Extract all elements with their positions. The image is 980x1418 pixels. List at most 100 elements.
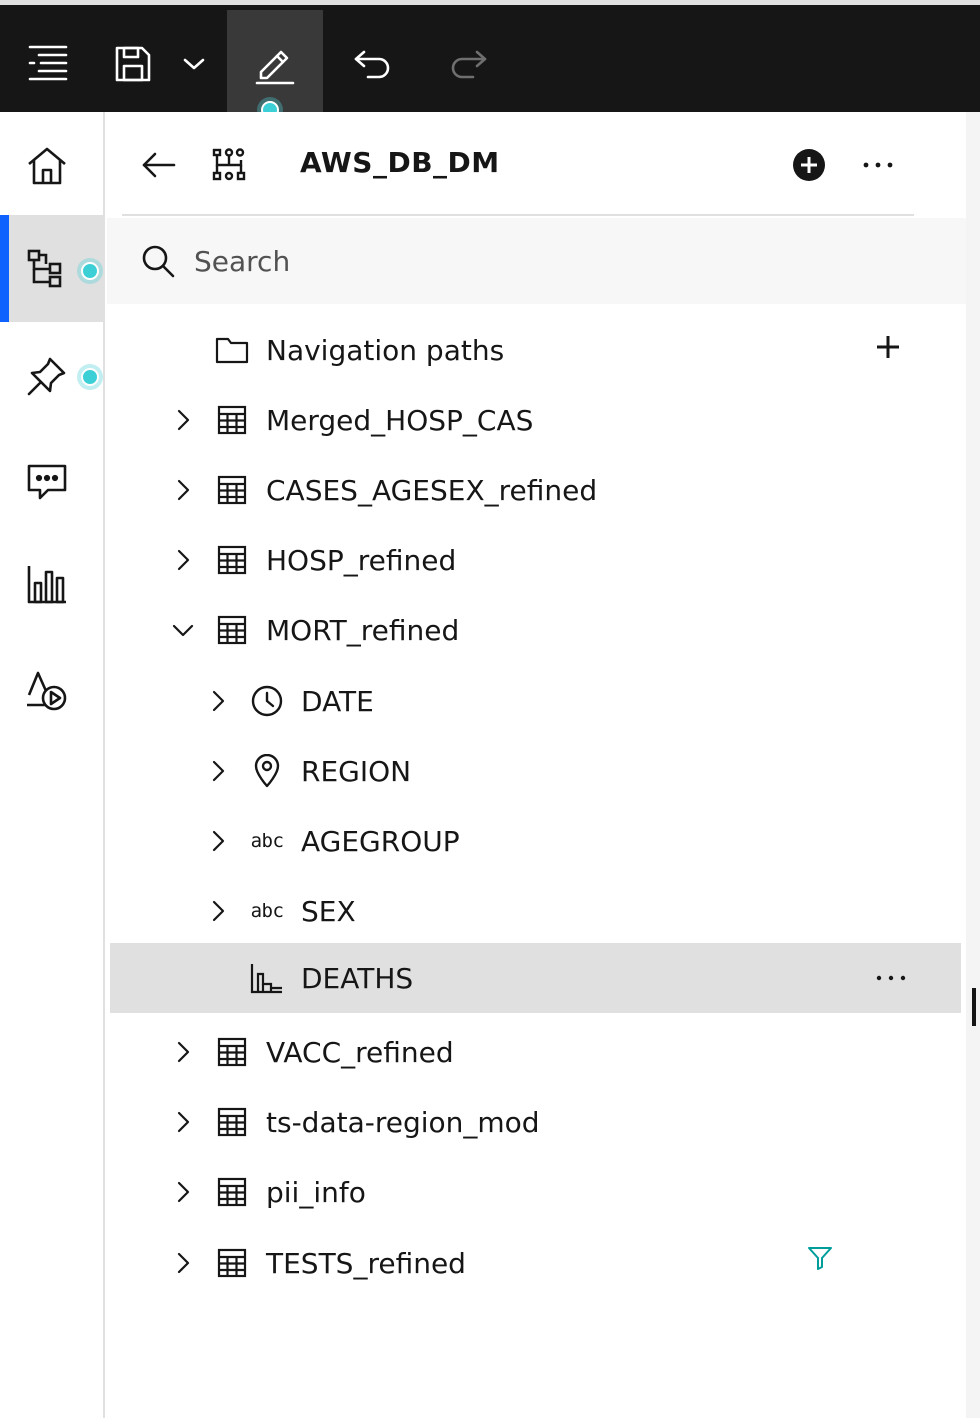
save-options-dropdown[interactable] (168, 10, 220, 117)
home-icon (27, 147, 66, 184)
tree-row[interactable]: Merged_HOSP_CAS (110, 385, 961, 455)
tree-row-label: TESTS_refined (266, 1246, 466, 1280)
save-icon (115, 46, 151, 81)
text-type-icon: abc (250, 894, 284, 928)
chevron-right-icon[interactable] (171, 1040, 195, 1064)
tree-row[interactable]: DATE (110, 666, 961, 736)
redo-button[interactable] (421, 10, 517, 117)
tree-row-label: AGEGROUP (301, 824, 460, 858)
chevron-right-icon[interactable] (206, 899, 230, 923)
tree-row[interactable]: TESTS_refined (110, 1228, 961, 1298)
data-module-icon-button[interactable] (206, 142, 252, 188)
chevron-down-icon[interactable] (171, 618, 195, 642)
arrow-left-icon (142, 152, 176, 178)
bar-chart-icon (27, 565, 66, 603)
panel-resize-handle[interactable] (972, 988, 976, 1026)
plus-icon (877, 336, 899, 358)
panel-overflow-menu-button[interactable] (855, 142, 901, 188)
table-icon (215, 543, 249, 577)
undo-button[interactable] (324, 10, 420, 117)
chevron-right-icon[interactable] (171, 1180, 195, 1204)
redo-icon (451, 50, 487, 78)
tree-row-label: Merged_HOSP_CAS (266, 403, 534, 437)
toc-menu-icon (28, 45, 68, 80)
tree-row-label: SEX (301, 894, 356, 928)
tree-row-label: DEATHS (301, 961, 414, 995)
table-icon (215, 1175, 249, 1209)
overflow-menu-icon (876, 975, 906, 981)
overflow-menu-icon (863, 162, 893, 168)
tree-row-label: ts-data-region_mod (266, 1105, 540, 1139)
left-nav-rail (0, 112, 105, 1418)
save-button[interactable] (97, 10, 169, 117)
rail-animations-button[interactable] (0, 637, 103, 744)
chat-icon (27, 464, 66, 499)
table-icon (215, 1035, 249, 1069)
row-overflow-menu-button[interactable] (871, 958, 911, 998)
navigation-paths-row[interactable]: Navigation paths (110, 315, 961, 385)
table-icon (215, 613, 249, 647)
table-icon (215, 1246, 249, 1280)
rail-comments-button[interactable] (0, 428, 103, 535)
chevron-down-icon (183, 58, 205, 69)
chevron-right-icon[interactable] (206, 689, 230, 713)
add-circle-icon (793, 149, 825, 181)
panel-header: AWS_DB_DM (122, 112, 914, 216)
table-icon (215, 1105, 249, 1139)
undo-icon (354, 50, 390, 78)
search-icon (140, 243, 176, 279)
clock-icon (250, 684, 284, 718)
add-navigation-path-button[interactable] (868, 327, 908, 367)
chevron-right-icon[interactable] (206, 829, 230, 853)
text-type-glyph: abc (250, 830, 284, 852)
add-source-button[interactable] (786, 142, 832, 188)
tree-row[interactable]: DEATHS (110, 943, 961, 1013)
rail-home-button[interactable] (0, 112, 103, 219)
tree-row-label: MORT_refined (266, 613, 460, 647)
tree-row-label: pii_info (266, 1175, 366, 1209)
edit-pencil-icon (255, 50, 295, 84)
text-type-glyph: abc (250, 900, 284, 922)
pin-hotspot-indicator[interactable] (77, 364, 103, 390)
rail-visualizations-button[interactable] (0, 530, 103, 637)
tree-row-label: CASES_AGESEX_refined (266, 473, 598, 507)
text-type-icon: abc (250, 824, 284, 858)
data-tree-icon (27, 249, 61, 287)
chevron-right-icon[interactable] (171, 408, 195, 432)
chevron-right-icon[interactable] (171, 1251, 195, 1275)
tree-row-label: Navigation paths (266, 333, 505, 367)
chevron-right-icon[interactable] (171, 1110, 195, 1134)
tree-row[interactable]: abc SEX (110, 876, 961, 946)
tree-row-label: REGION (301, 754, 412, 788)
tree-row[interactable]: MORT_refined (110, 595, 961, 665)
shapes-play-icon (26, 671, 66, 710)
tree-row[interactable]: REGION (110, 736, 961, 806)
tree-row[interactable]: pii_info (110, 1157, 961, 1227)
back-button[interactable] (136, 142, 182, 188)
right-edge-strip (966, 112, 980, 1418)
chevron-right-icon[interactable] (206, 759, 230, 783)
chevron-right-icon[interactable] (171, 548, 195, 572)
search-input[interactable] (194, 244, 894, 278)
table-icon (215, 403, 249, 437)
tree-row[interactable]: CASES_AGESEX_refined (110, 455, 961, 525)
data-tree-hotspot-indicator[interactable] (77, 258, 103, 284)
tree-row-label: VACC_refined (266, 1035, 454, 1069)
top-toolbar (0, 0, 980, 117)
tree-row[interactable]: ts-data-region_mod (110, 1087, 961, 1157)
toc-menu-button[interactable] (0, 10, 96, 117)
pin-icon (27, 357, 65, 395)
data-panel: AWS_DB_DM Navigation pathsMerged_HOSP_ (107, 112, 980, 1418)
folder-icon (215, 333, 249, 367)
tree-row[interactable]: VACC_refined (110, 1017, 961, 1087)
panel-title: AWS_DB_DM (300, 146, 500, 179)
chevron-right-icon[interactable] (171, 478, 195, 502)
location-pin-icon (250, 754, 284, 788)
tree-row[interactable]: abc AGEGROUP (110, 806, 961, 876)
tree-row[interactable]: HOSP_refined (110, 525, 961, 595)
table-icon (215, 473, 249, 507)
filter-icon[interactable] (800, 1238, 840, 1278)
tree-row-label: HOSP_refined (266, 543, 457, 577)
search-bar (107, 218, 967, 304)
measure-icon (250, 961, 284, 995)
